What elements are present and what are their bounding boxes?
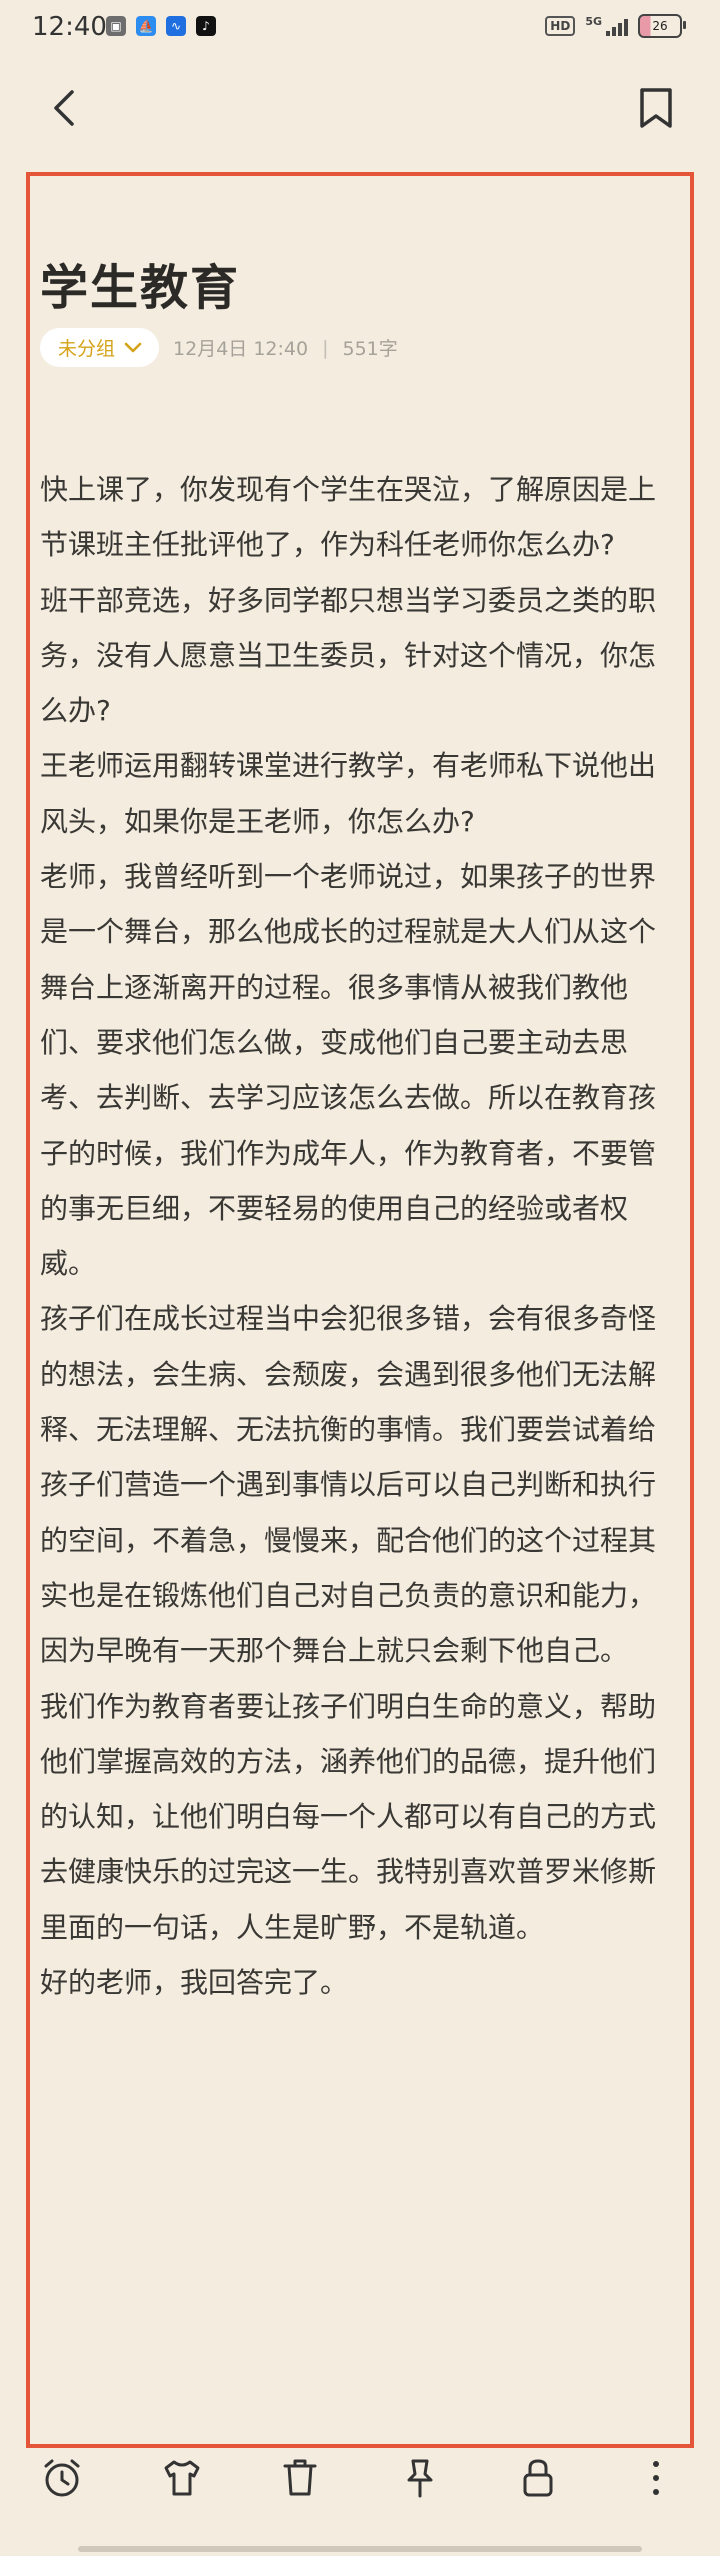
pin-icon: [407, 2459, 433, 2498]
status-indicators: HD 5G 26: [545, 14, 686, 38]
chevron-down-icon: [124, 342, 142, 352]
gallery-app-icon: ▣: [106, 16, 126, 36]
status-app-icons: ▣ ⛵ ∿ ♪: [106, 16, 216, 36]
trash-icon: [283, 2459, 317, 2496]
battery-level: 26: [652, 19, 668, 33]
note-body[interactable]: 快上课了，你发现有个学生在哭泣，了解原因是上节课班主任批评他了，作为科任老师你怎…: [40, 462, 680, 2010]
paragraph: 王老师运用翻转课堂进行教学，有老师私下说他出风头，如果你是王老师，你怎么办?: [40, 749, 657, 838]
network-type: 5G: [585, 14, 602, 28]
word-count: 551字: [342, 338, 398, 360]
more-button[interactable]: [632, 2454, 680, 2502]
status-bar: 12:40 ▣ ⛵ ∿ ♪ HD 5G 26: [0, 0, 720, 58]
paragraph: 班干部竞选，好多同学都只想当学习委员之类的职务，没有人愿意当卫生委员，针对这个情…: [40, 583, 657, 728]
chevron-left-icon: [54, 90, 74, 126]
search-app-icon: ∿: [166, 16, 186, 36]
delete-button[interactable]: [276, 2454, 324, 2502]
home-indicator[interactable]: [78, 2546, 642, 2552]
signal-icon: [606, 16, 628, 36]
bookmark-button[interactable]: [636, 84, 676, 132]
battery-icon: 26: [638, 14, 686, 38]
group-label: 未分组: [58, 338, 116, 360]
note-title[interactable]: 学生教育: [40, 248, 240, 318]
paragraph: 我们作为教育者要让孩子们明白生命的意义，帮助他们掌握高效的方法，涵养他们的品德，…: [40, 1689, 657, 1944]
shirt-icon: [164, 2460, 200, 2496]
note-meta: 未分组 12月4日 12:40 | 551字: [40, 328, 398, 367]
more-vertical-icon: [653, 2461, 659, 2495]
lock-button[interactable]: [514, 2454, 562, 2502]
status-time: 12:40: [32, 12, 107, 42]
boat-app-icon: ⛵: [136, 16, 156, 36]
paragraph: 老师，我曾经听到一个老师说过，如果孩子的世界是一个舞台，那么他成长的过程就是大人…: [40, 860, 657, 1281]
back-button[interactable]: [46, 84, 86, 132]
paragraph: 好的老师，我回答完了。: [40, 1966, 349, 2000]
bookmark-icon: [640, 88, 672, 128]
meta-separator: |: [322, 336, 329, 359]
lock-icon: [523, 2459, 553, 2497]
theme-button[interactable]: [158, 2454, 206, 2502]
tiktok-app-icon: ♪: [196, 16, 216, 36]
reminder-button[interactable]: [38, 2454, 86, 2502]
pin-button[interactable]: [396, 2454, 444, 2502]
group-selector[interactable]: 未分组: [40, 328, 160, 367]
note-date: 12月4日 12:40: [173, 338, 309, 360]
hd-badge: HD: [545, 16, 576, 36]
paragraph: 孩子们在成长过程当中会犯很多错，会有很多奇怪的想法，会生病、会颓废，会遇到很多他…: [40, 1302, 657, 1668]
alarm-clock-icon: [44, 2459, 80, 2497]
paragraph: 快上课了，你发现有个学生在哭泣，了解原因是上节课班主任批评他了，作为科任老师你怎…: [40, 473, 657, 562]
